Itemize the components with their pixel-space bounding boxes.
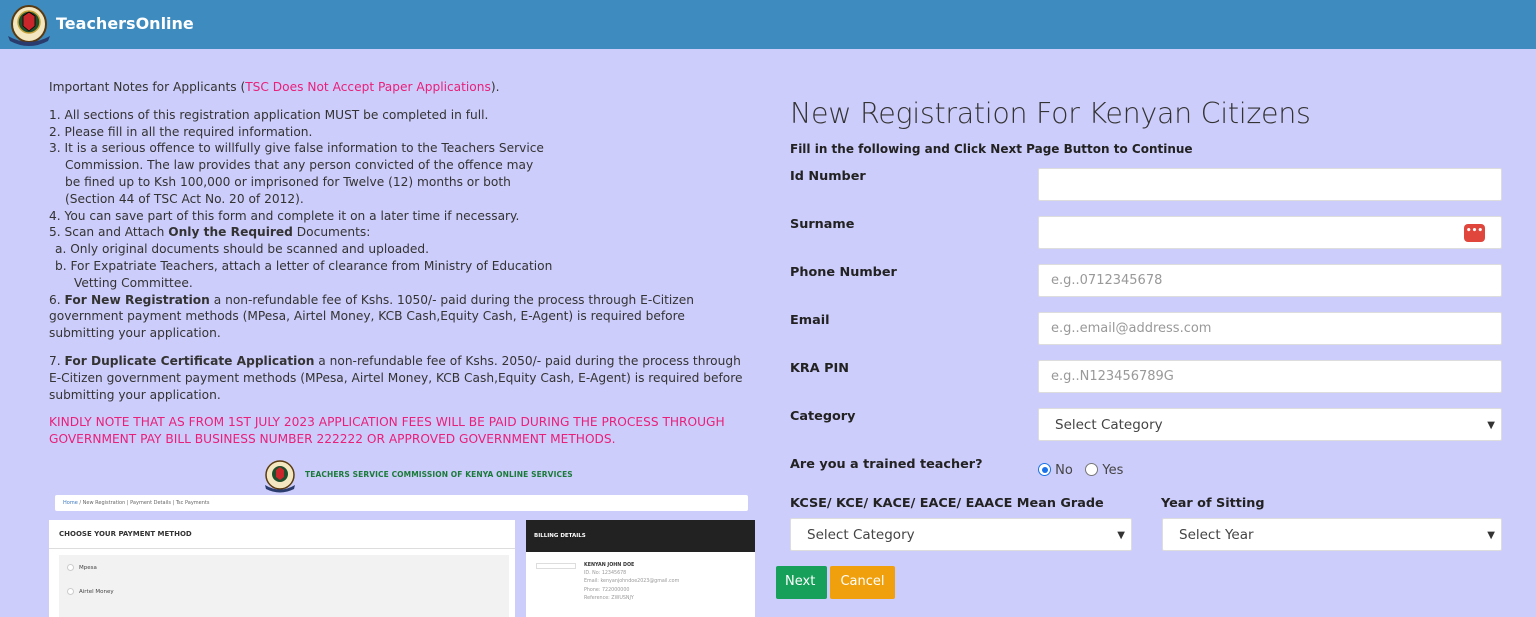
preview-billing-image xyxy=(536,563,576,569)
mean-grade-select-value: Select Category xyxy=(807,527,915,543)
preview-crumb-home: Home xyxy=(63,500,78,506)
preview-bill-id: ID. No: 12345678 xyxy=(584,571,627,577)
phone-number-input[interactable] xyxy=(1038,264,1502,297)
chevron-down-icon: ▼ xyxy=(1487,420,1495,431)
id-number-label: Id Number xyxy=(790,169,866,184)
next-button[interactable]: Next xyxy=(776,566,827,599)
email-input[interactable] xyxy=(1038,312,1502,345)
mean-grade-select[interactable]: Select Category ▼ xyxy=(790,518,1132,551)
paper-warning: TSC Does Not Accept Paper Applications xyxy=(245,80,491,94)
note-5b: b. For Expatriate Teachers, attach a let… xyxy=(55,258,553,273)
year-of-sitting-label: Year of Sitting xyxy=(1161,496,1265,511)
email-label: Email xyxy=(790,313,830,328)
note-4: 4. You can save part of this form and co… xyxy=(49,208,520,223)
year-of-sitting-select-value: Select Year xyxy=(1179,527,1254,543)
preview-breadcrumb: Home / New Registration | Payment Detail… xyxy=(55,495,748,511)
note-5: 5. Scan and Attach Only the Required Doc… xyxy=(49,224,749,241)
preview-option-airtel: Airtel Money xyxy=(67,588,114,595)
note-3a: 3. It is a serious offence to willfully … xyxy=(49,141,544,156)
note-5a: a. Only original documents should be sca… xyxy=(55,242,430,257)
radio-yes[interactable] xyxy=(1085,463,1099,476)
notes-intro: Important Notes for Applicants (TSC Does… xyxy=(49,79,749,96)
category-label: Category xyxy=(790,409,856,424)
note-6-pre: 6. xyxy=(49,292,65,307)
password-manager-icon[interactable]: ••• xyxy=(1464,224,1485,242)
note-5-post: Documents: xyxy=(292,225,371,240)
fee-notice: KINDLY NOTE THAT AS FROM 1ST JULY 2023 A… xyxy=(49,415,725,447)
preview-payment-header: CHOOSE YOUR PAYMENT METHOD xyxy=(49,520,515,549)
top-navbar: TeachersOnline xyxy=(0,0,1536,49)
preview-billing-info: KENYAN JOHN DOE ID. No: 12345678 Email: … xyxy=(584,562,679,603)
note-5-pre: 5. Scan and Attach xyxy=(49,225,169,240)
brand-title[interactable]: TeachersOnline xyxy=(56,14,194,33)
form-title: New Registration For Kenyan Citizens xyxy=(790,97,1311,130)
preview-bill-phone: Phone: 722000000 xyxy=(584,587,630,593)
note-5-bold: Only the Required xyxy=(168,225,293,240)
note-6: 6. For New Registration a non-refundable… xyxy=(49,292,749,342)
note-7-pre: 7. xyxy=(49,353,65,368)
applicant-notes: Important Notes for Applicants (TSC Does… xyxy=(49,79,749,448)
note-3b: Commission. The law provides that any pe… xyxy=(65,158,534,173)
note-3c: be fined up to Ksh 100,000 or imprisoned… xyxy=(65,174,511,189)
preview-crumb-rest: / New Registration | Payment Details | T… xyxy=(77,500,210,506)
tsc-seal-icon xyxy=(265,460,295,493)
form-subtitle: Fill in the following and Click Next Pag… xyxy=(790,142,1193,156)
note-1: 1. All sections of this registration app… xyxy=(49,107,489,122)
preview-payment-options: Mpesa Airtel Money xyxy=(59,555,509,617)
radio-no[interactable] xyxy=(1038,463,1051,476)
preview-bill-ref: Reference: ZWUSNJY xyxy=(584,595,634,601)
preview-option-label: Airtel Money xyxy=(79,589,114,595)
surname-input[interactable] xyxy=(1038,216,1502,249)
category-select[interactable]: Select Category ▼ xyxy=(1038,408,1502,441)
preview-billing-header: BILLING DETAILS xyxy=(526,520,755,552)
phone-number-label: Phone Number xyxy=(790,265,897,280)
note-5b-cont: Vetting Committee. xyxy=(74,275,193,290)
kra-pin-label: KRA PIN xyxy=(790,361,849,376)
preview-bill-email: Email: kenyanjohndoe2023@gmail.com xyxy=(584,579,680,585)
radio-circle-icon xyxy=(67,588,74,595)
preview-option-label: Mpesa xyxy=(79,565,97,571)
surname-label: Surname xyxy=(790,217,855,232)
radio-no-label[interactable]: No xyxy=(1055,463,1073,478)
tsc-logo-icon[interactable] xyxy=(4,2,54,46)
preview-option-mpesa: Mpesa xyxy=(67,564,97,571)
radio-yes-label[interactable]: Yes xyxy=(1102,463,1123,478)
notes-intro-end: ). xyxy=(490,80,500,94)
preview-title: TEACHERS SERVICE COMMISSION OF KENYA ONL… xyxy=(305,470,573,479)
notes-intro-text: Important Notes for Applicants ( xyxy=(49,80,246,94)
id-number-input[interactable] xyxy=(1038,168,1502,201)
preview-payment-box: CHOOSE YOUR PAYMENT METHOD Mpesa Airtel … xyxy=(49,520,515,617)
note-7: 7. For Duplicate Certificate Application… xyxy=(49,353,749,403)
note-2: 2. Please fill in all the required infor… xyxy=(49,124,313,139)
note-7-bold: For Duplicate Certificate Application xyxy=(64,353,315,368)
note-3d: (Section 44 of TSC Act No. 20 of 2012). xyxy=(65,191,304,206)
year-of-sitting-select[interactable]: Select Year ▼ xyxy=(1162,518,1502,551)
chevron-down-icon: ▼ xyxy=(1117,530,1125,541)
category-select-value: Select Category xyxy=(1055,417,1163,433)
payment-preview-image: TEACHERS SERVICE COMMISSION OF KENYA ONL… xyxy=(49,458,757,617)
preview-bill-name: KENYAN JOHN DOE xyxy=(584,563,635,568)
trained-teacher-radios: No Yes xyxy=(1038,463,1123,478)
trained-teacher-label: Are you a trained teacher? xyxy=(790,457,983,472)
mean-grade-label: KCSE/ KCE/ KACE/ EACE/ EAACE Mean Grade xyxy=(790,496,1104,511)
chevron-down-icon: ▼ xyxy=(1487,530,1495,541)
kra-pin-input[interactable] xyxy=(1038,360,1502,393)
note-6-bold: For New Registration xyxy=(64,292,210,307)
radio-circle-icon xyxy=(67,564,74,571)
preview-billing-box: BILLING DETAILS KENYAN JOHN DOE ID. No: … xyxy=(526,520,755,617)
cancel-button[interactable]: Cancel xyxy=(830,566,895,599)
